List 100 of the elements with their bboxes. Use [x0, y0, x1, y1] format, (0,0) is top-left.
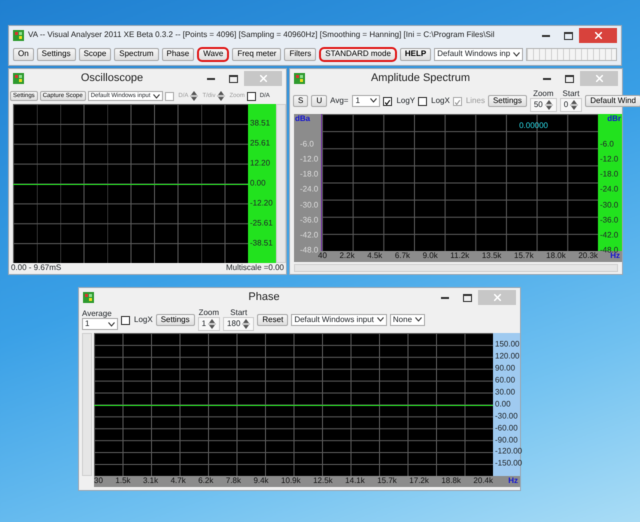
vertical-scrollbar[interactable]: [276, 104, 286, 264]
minimize-icon: [543, 78, 551, 80]
checkbox-label: Lines: [466, 96, 485, 106]
axis-label: 13.5k: [482, 252, 502, 261]
toolbar-button[interactable]: On: [13, 48, 34, 61]
vertical-scrollbar[interactable]: [82, 333, 92, 476]
axis-label: -36.0: [299, 216, 318, 225]
spinner-arrows-icon[interactable]: [190, 90, 198, 102]
checkbox[interactable]: [121, 316, 130, 324]
axis-label: -42.0: [299, 231, 318, 240]
dropdown-field[interactable]: Default Windows input: [291, 314, 387, 326]
axis-label: 18.8k: [441, 477, 461, 486]
spinner-arrows-icon[interactable]: [544, 99, 553, 111]
axis-label: 18.0k: [546, 252, 566, 261]
number-field[interactable]: 50: [530, 98, 557, 112]
unit-label: dBr: [607, 115, 621, 124]
checkbox[interactable]: [383, 96, 392, 106]
number-field[interactable]: 1: [198, 317, 220, 331]
toolbar-button[interactable]: Settings: [488, 94, 527, 108]
dropdown-caret-icon: [415, 317, 422, 322]
unit-label: Hz: [507, 477, 519, 486]
axis-label: -30.00: [494, 412, 518, 421]
axis-label: 38.51: [249, 120, 270, 128]
axis-label: 60.00: [494, 376, 516, 386]
field-label: Zoom: [533, 90, 554, 98]
maximize-icon: [462, 294, 472, 302]
horizontal-scrollbar[interactable]: [294, 264, 618, 272]
minimize-icon: [441, 296, 449, 298]
window-title: VA -- Visual Analyser 2011 XE Beta 0.3.2 -- [Points = 4096] [Sampling = 40960Hz] [Smoothing = Hanning] [Ini = C:\Program Files\Sil: [27, 31, 496, 40]
toolbar-button[interactable]: STANDARD mode: [319, 47, 397, 62]
axis-label: 4.5k: [367, 252, 382, 261]
number-value: 50: [534, 101, 543, 109]
toolbar-button[interactable]: Wave: [197, 47, 230, 62]
axis-label: 3.1k: [143, 477, 158, 486]
dropdown-value: Default Windows inp: [437, 50, 510, 59]
axis-label: 150.00: [494, 340, 520, 350]
spinner-arrows-icon[interactable]: [570, 99, 578, 111]
dropdown-caret-icon: [108, 322, 115, 326]
window-title: Phase: [247, 291, 281, 304]
maximize-icon: [228, 74, 238, 82]
toolbar-button[interactable]: S: [293, 94, 308, 108]
input-dropdown[interactable]: Default Windows inp: [434, 48, 524, 61]
toolbar-button[interactable]: HELP: [400, 48, 432, 61]
dropdown-field[interactable]: 1: [82, 318, 118, 330]
toolbar-button[interactable]: Default Wind: [585, 94, 640, 108]
toolbar-button[interactable]: Scope: [78, 48, 112, 61]
axis-label: 11.2k: [450, 252, 470, 261]
axis-label: -42.0: [599, 231, 618, 240]
checkbox[interactable]: [246, 92, 256, 100]
toolbar-button[interactable]: Spectrum: [114, 48, 158, 61]
axis-label: -25.61: [249, 219, 273, 228]
axis-label: 10.9k: [281, 477, 301, 486]
axis-label: 0.00: [249, 179, 266, 188]
minimize-icon: [207, 78, 215, 80]
checkbox[interactable]: [418, 96, 428, 106]
minimize-icon: [542, 34, 550, 36]
axis-label: 90.00: [494, 364, 516, 374]
dropdown-field[interactable]: 1: [352, 94, 380, 108]
unit-label: Hz: [610, 252, 621, 261]
axis-label: 0.00: [494, 400, 511, 409]
axis-label: -36.0: [599, 216, 618, 225]
spinner-arrows-icon[interactable]: [217, 90, 226, 102]
number-field[interactable]: 0: [560, 98, 582, 112]
spinner-arrows-icon[interactable]: [208, 318, 216, 330]
dropdown-caret-icon: [370, 98, 378, 104]
reading-value: 0.00000: [519, 122, 548, 131]
dropdown-field[interactable]: None: [390, 314, 426, 326]
multiscale-label: Multiscale =0.00: [226, 264, 284, 273]
number-field[interactable]: 180: [223, 317, 254, 331]
toolbar-button[interactable]: Settings: [36, 48, 76, 61]
close-icon: [596, 75, 602, 82]
checkmark-icon: [384, 98, 392, 106]
dropdown-caret-icon: [513, 52, 520, 57]
axis-label: -60.00: [494, 424, 518, 433]
number-value: 1: [202, 320, 206, 328]
dropdown-value: Default Windows input: [294, 316, 374, 324]
unit-label: dBa: [295, 115, 310, 124]
close-icon: [494, 294, 500, 301]
axis-label: 20.3k: [578, 252, 598, 261]
app-icon: [13, 30, 24, 41]
toolbar-button[interactable]: Reset: [257, 314, 288, 326]
toolbar-button[interactable]: Freq meter: [232, 48, 282, 61]
axis-label: -90.00: [494, 436, 518, 445]
toolbar-button[interactable]: U: [311, 94, 328, 108]
axis-label: 14.1k: [345, 477, 365, 486]
axis-label: 15.7k: [514, 252, 534, 261]
axis-label: 9.4k: [253, 477, 269, 486]
axis-label: -48.0: [299, 246, 318, 255]
axis-label: 2.2k: [339, 252, 355, 261]
close-icon: [260, 75, 266, 82]
time-range-label: 0.00 - 9.67mS: [11, 264, 62, 273]
axis-label: -12.0: [599, 155, 618, 164]
toolbar-button[interactable]: Phase: [162, 48, 194, 61]
toolbar-button[interactable]: Settings: [156, 314, 195, 326]
axis-label: -120.00: [494, 448, 522, 457]
close-button[interactable]: [579, 28, 617, 43]
spinner-arrows-icon[interactable]: [242, 318, 250, 330]
axis-label: 120.00: [494, 352, 520, 362]
toolbar-button[interactable]: Filters: [284, 48, 316, 61]
axis-label: 12.20: [249, 159, 270, 168]
